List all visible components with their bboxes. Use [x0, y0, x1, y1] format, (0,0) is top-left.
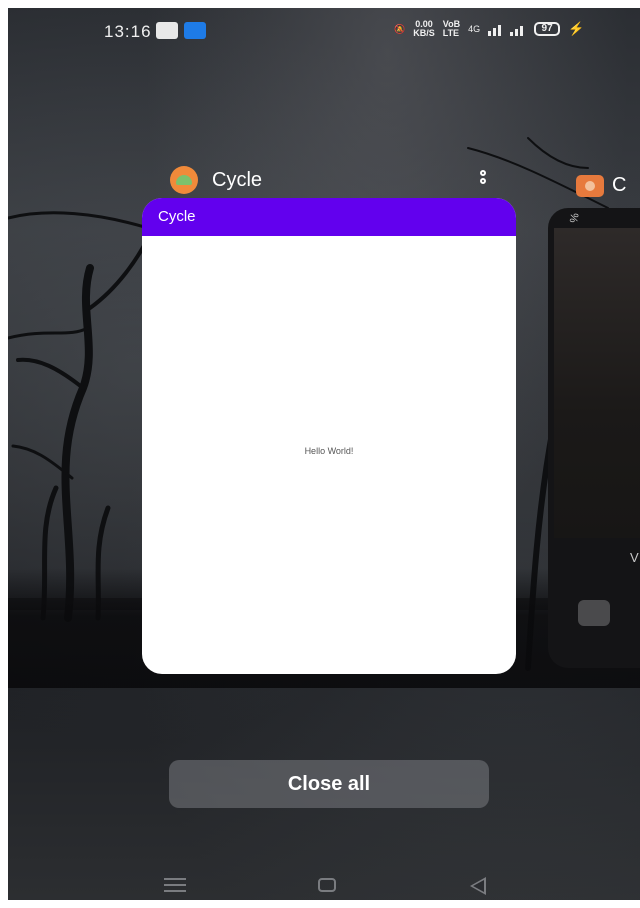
network-speed: 0.00 KB/S	[413, 20, 435, 38]
notification-icons	[156, 22, 206, 39]
status-right-icons: 🔕 0.00 KB/S VoB LTE 4G 97 ⚡	[394, 20, 584, 38]
home-icon[interactable]	[318, 878, 336, 892]
status-time: 13:16	[104, 22, 152, 41]
android-app-icon	[170, 166, 198, 194]
recent-app-name: Cycle	[212, 168, 263, 191]
navigation-bar	[8, 866, 640, 900]
secondary-percent-text: %	[568, 212, 582, 224]
hello-text: Hello World!	[304, 446, 354, 456]
recent-app-header[interactable]: Cycle	[170, 162, 500, 198]
mail-notification-icon	[156, 22, 178, 39]
app-notification-icon	[184, 22, 206, 39]
battery-icon: 97	[534, 22, 561, 36]
network-type: 4G	[468, 24, 481, 34]
charging-icon: ⚡	[568, 21, 585, 36]
back-icon[interactable]	[470, 877, 486, 895]
signal-icon	[488, 25, 524, 36]
camera-app-icon	[576, 174, 604, 197]
secondary-thumbnail	[578, 600, 610, 626]
card-toolbar: Cycle	[142, 198, 516, 236]
close-all-button[interactable]: Close all	[169, 760, 489, 808]
card-content: Hello World!	[142, 236, 516, 674]
secondary-letter: V	[630, 550, 639, 565]
recent-app-card[interactable]: Cycle Hello World!	[142, 198, 516, 674]
secondary-app-name: C	[612, 174, 627, 196]
recents-menu-icon[interactable]	[164, 878, 186, 896]
mute-icon: 🔕	[394, 23, 406, 34]
secondary-app-preview	[554, 228, 640, 538]
recents-screen: 13:16 🔕 0.00 KB/S VoB LTE 4G 97 ⚡ Cycle …	[8, 8, 640, 900]
app-options-icon[interactable]	[480, 170, 490, 190]
secondary-app-header[interactable]: C	[576, 174, 626, 197]
volte-bottom: LTE	[442, 28, 460, 38]
secondary-app-card[interactable]: % V	[548, 208, 640, 668]
speed-unit: KB/S	[413, 28, 435, 38]
volte-indicator: VoB LTE	[443, 20, 460, 38]
status-bar: 13:16 🔕 0.00 KB/S VoB LTE 4G 97 ⚡	[8, 8, 640, 58]
